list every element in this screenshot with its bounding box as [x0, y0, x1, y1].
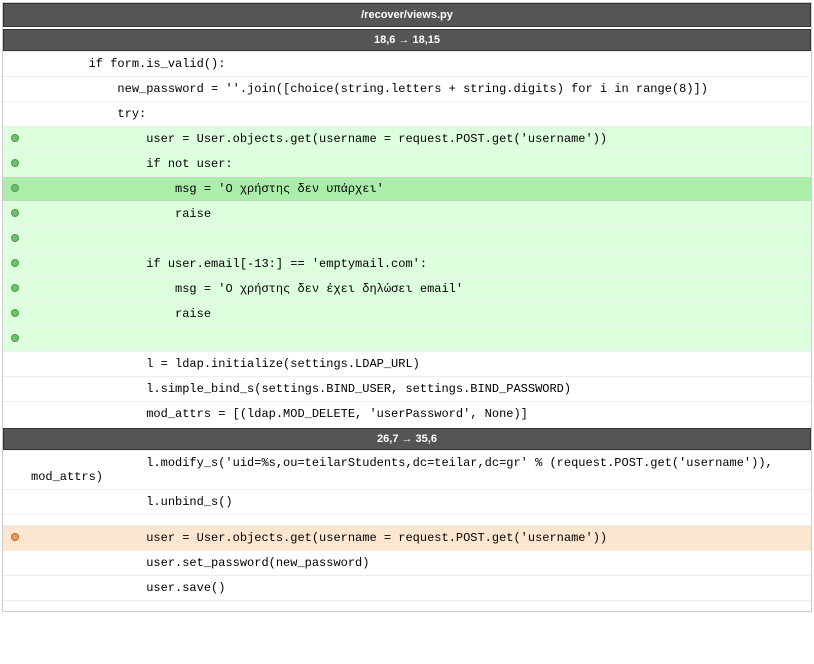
diff-line: l.modify_s('uid=%s,ou=teilarStudents,dc=…: [3, 451, 811, 490]
diff-gutter: [3, 601, 27, 612]
diff-content: [27, 227, 811, 252]
diff-line: [3, 601, 811, 612]
diff-line: l = ldap.initialize(settings.LDAP_URL): [3, 352, 811, 377]
diff-gutter: [3, 377, 27, 402]
diff-gutter: [3, 402, 27, 427]
diff-line: mod_attrs = [(ldap.MOD_DELETE, 'userPass…: [3, 402, 811, 427]
diff-content: l = ldap.initialize(settings.LDAP_URL): [27, 352, 811, 377]
diff-content: l.unbind_s(): [27, 490, 811, 515]
diff-gutter: [3, 202, 27, 227]
file-header: /recover/views.py: [3, 3, 811, 27]
plus-icon: [11, 309, 19, 317]
diff-content: raise: [27, 202, 811, 227]
hunks-host: 18,6 → 18,15 if form.is_valid(): new_pas…: [3, 29, 811, 611]
diff-line: l.simple_bind_s(settings.BIND_USER, sett…: [3, 377, 811, 402]
diff-content: user = User.objects.get(username = reque…: [27, 526, 811, 551]
diff-content: raise: [27, 302, 811, 327]
diff-line: user.save(): [3, 576, 811, 601]
diff-gutter: [3, 277, 27, 302]
plus-icon: [11, 284, 19, 292]
diff-line: new_password = ''.join([choice(string.le…: [3, 77, 811, 102]
diff-gutter: [3, 152, 27, 177]
diff-line: user = User.objects.get(username = reque…: [3, 526, 811, 551]
diff-gutter: [3, 526, 27, 551]
plus-icon: [11, 134, 19, 142]
diff-line: if user.email[-13:] == 'emptymail.com':: [3, 252, 811, 277]
diff-line: msg = 'Ο χρήστης δεν υπάρχει': [3, 177, 811, 202]
plus-icon: [11, 209, 19, 217]
diff-content: user.set_password(new_password): [27, 551, 811, 576]
plus-icon: [11, 234, 19, 242]
diff-line: user.set_password(new_password): [3, 551, 811, 576]
diff-line: [3, 227, 811, 252]
diff-table: if form.is_valid(): new_password = ''.jo…: [3, 51, 811, 426]
diff-gutter: [3, 551, 27, 576]
hunk-header: 26,7 → 35,6: [3, 428, 811, 450]
diff-table: l.modify_s('uid=%s,ou=teilarStudents,dc=…: [3, 450, 811, 611]
diff-gutter: [3, 576, 27, 601]
diff-line: [3, 327, 811, 352]
diff-content: msg = 'Ο χρήστης δεν υπάρχει': [27, 177, 811, 202]
diff-line: try:: [3, 102, 811, 127]
diff-gutter: [3, 177, 27, 202]
diff-content: mod_attrs = [(ldap.MOD_DELETE, 'userPass…: [27, 402, 811, 427]
diff-gutter: [3, 52, 27, 77]
plus-icon: [11, 259, 19, 267]
diff-content: if not user:: [27, 152, 811, 177]
diff-gutter: [3, 490, 27, 515]
diff-line: user = User.objects.get(username = reque…: [3, 127, 811, 152]
diff-line: raise: [3, 302, 811, 327]
diff-gutter: [3, 77, 27, 102]
diff-content: l.modify_s('uid=%s,ou=teilarStudents,dc=…: [27, 451, 811, 490]
diff-line: if not user:: [3, 152, 811, 177]
diff-content: new_password = ''.join([choice(string.le…: [27, 77, 811, 102]
diff-content: user = User.objects.get(username = reque…: [27, 127, 811, 152]
diff-gutter: [3, 352, 27, 377]
plus-icon: [11, 159, 19, 167]
diff-content: [27, 327, 811, 352]
diff-gutter: [3, 515, 27, 526]
diff-content: if form.is_valid():: [27, 52, 811, 77]
diff-line: raise: [3, 202, 811, 227]
diff-line: [3, 515, 811, 526]
diff-gutter: [3, 252, 27, 277]
hunk-header: 18,6 → 18,15: [3, 29, 811, 51]
diff-content: msg = 'Ο χρήστης δεν έχει δηλώσει email': [27, 277, 811, 302]
diff-gutter: [3, 451, 27, 490]
plus-icon: [11, 184, 19, 192]
diff-content: if user.email[-13:] == 'emptymail.com':: [27, 252, 811, 277]
diff-content: try:: [27, 102, 811, 127]
diff-gutter: [3, 127, 27, 152]
diff-line: l.unbind_s(): [3, 490, 811, 515]
diff-content: [27, 601, 811, 612]
diff-content: [27, 515, 811, 526]
diff-gutter: [3, 102, 27, 127]
diff-line: msg = 'Ο χρήστης δεν έχει δηλώσει email': [3, 277, 811, 302]
diff-container: /recover/views.py 18,6 → 18,15 if form.i…: [2, 2, 812, 612]
diff-content: l.simple_bind_s(settings.BIND_USER, sett…: [27, 377, 811, 402]
diff-gutter: [3, 302, 27, 327]
diff-line: if form.is_valid():: [3, 52, 811, 77]
diff-gutter: [3, 327, 27, 352]
diff-content: user.save(): [27, 576, 811, 601]
plus-icon: [11, 334, 19, 342]
minus-icon: [11, 533, 19, 541]
diff-gutter: [3, 227, 27, 252]
